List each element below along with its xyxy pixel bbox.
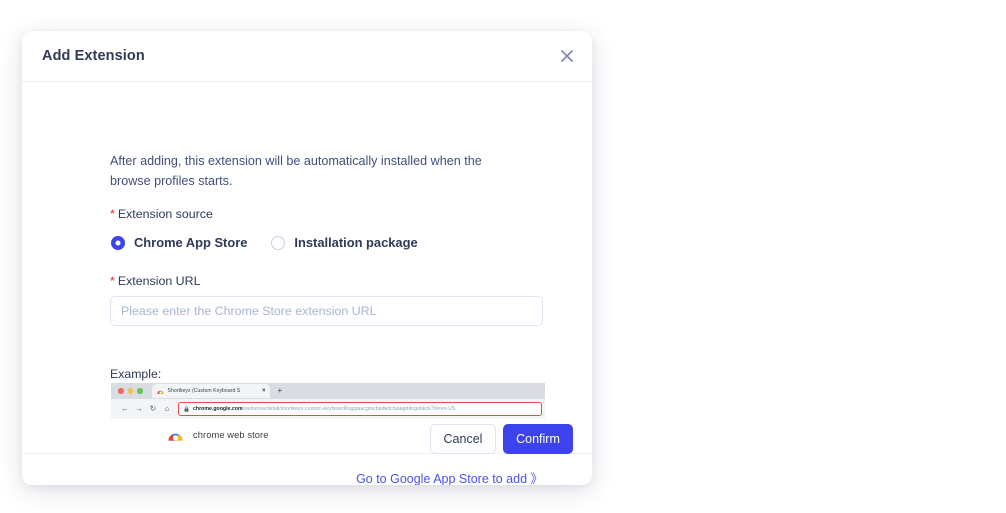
browser-url-text: chrome.google.com/webstore/detail/shortk… bbox=[193, 406, 456, 412]
extension-url-label-text: Extension URL bbox=[117, 274, 201, 288]
tab-close-icon: × bbox=[261, 388, 266, 394]
home-icon: ⌂ bbox=[164, 404, 170, 413]
radio-installation-package-label: Installation package bbox=[294, 235, 418, 250]
extension-url-label: * Extension URL bbox=[110, 274, 200, 288]
extension-url-input[interactable] bbox=[110, 296, 543, 326]
radio-chrome-app-store[interactable]: Chrome App Store bbox=[111, 235, 247, 250]
chrome-web-store-label: chrome web store bbox=[193, 430, 269, 440]
browser-tab: Shortkeys (Custom Keyboard S × bbox=[151, 384, 270, 398]
back-icon: ← bbox=[121, 404, 129, 413]
dialog-description: After adding, this extension will be aut… bbox=[110, 154, 482, 188]
screen: Add Extension After adding, this extensi… bbox=[0, 0, 1006, 513]
chrome-web-store-icon bbox=[168, 433, 183, 441]
page-title: Add Extension bbox=[42, 48, 145, 64]
required-asterisk: * bbox=[110, 274, 115, 288]
minimize-window-icon bbox=[127, 388, 133, 394]
add-extension-dialog: Add Extension After adding, this extensi… bbox=[22, 31, 592, 485]
radio-chrome-app-store-label: Chrome App Store bbox=[134, 235, 248, 250]
new-tab-icon: + bbox=[277, 386, 283, 395]
close-window-icon bbox=[118, 388, 124, 394]
close-icon[interactable] bbox=[556, 45, 578, 67]
required-asterisk: * bbox=[110, 207, 115, 221]
browser-url-path: /webstore/detail/shortkeys-custom-keyboa… bbox=[242, 406, 456, 412]
reload-icon: ↻ bbox=[149, 404, 157, 413]
example-label: Example: bbox=[110, 367, 162, 381]
radio-mark-unselected-icon bbox=[271, 235, 286, 250]
lock-icon bbox=[184, 406, 189, 412]
dialog-header: Add Extension bbox=[22, 31, 592, 82]
dialog-footer: Cancel Confirm bbox=[22, 424, 592, 484]
extension-source-radio-group: Chrome App Store Installation package bbox=[111, 235, 442, 250]
browser-tab-strip: Shortkeys (Custom Keyboard S × + bbox=[111, 383, 545, 399]
browser-tab-title: Shortkeys (Custom Keyboard S bbox=[167, 388, 241, 394]
browser-url-host: chrome.google.com bbox=[193, 406, 243, 412]
chrome-web-store-favicon-icon bbox=[156, 390, 164, 394]
radio-installation-package[interactable]: Installation package bbox=[271, 235, 418, 250]
maximize-window-icon bbox=[137, 388, 143, 394]
confirm-button[interactable]: Confirm bbox=[503, 424, 573, 454]
browser-toolbar: ← → ↻ ⌂ chrome.google.com/webstore/detai… bbox=[111, 399, 545, 419]
cancel-button[interactable]: Cancel bbox=[430, 424, 496, 454]
forward-icon: → bbox=[135, 404, 143, 413]
radio-mark-selected-icon bbox=[111, 235, 125, 250]
window-traffic-lights bbox=[118, 388, 143, 394]
dialog-body: After adding, this extension will be aut… bbox=[22, 82, 592, 485]
extension-source-label-text: Extension source bbox=[117, 207, 213, 221]
extension-source-label: * Extension source bbox=[110, 207, 213, 221]
browser-address-bar: chrome.google.com/webstore/detail/shortk… bbox=[178, 402, 542, 416]
